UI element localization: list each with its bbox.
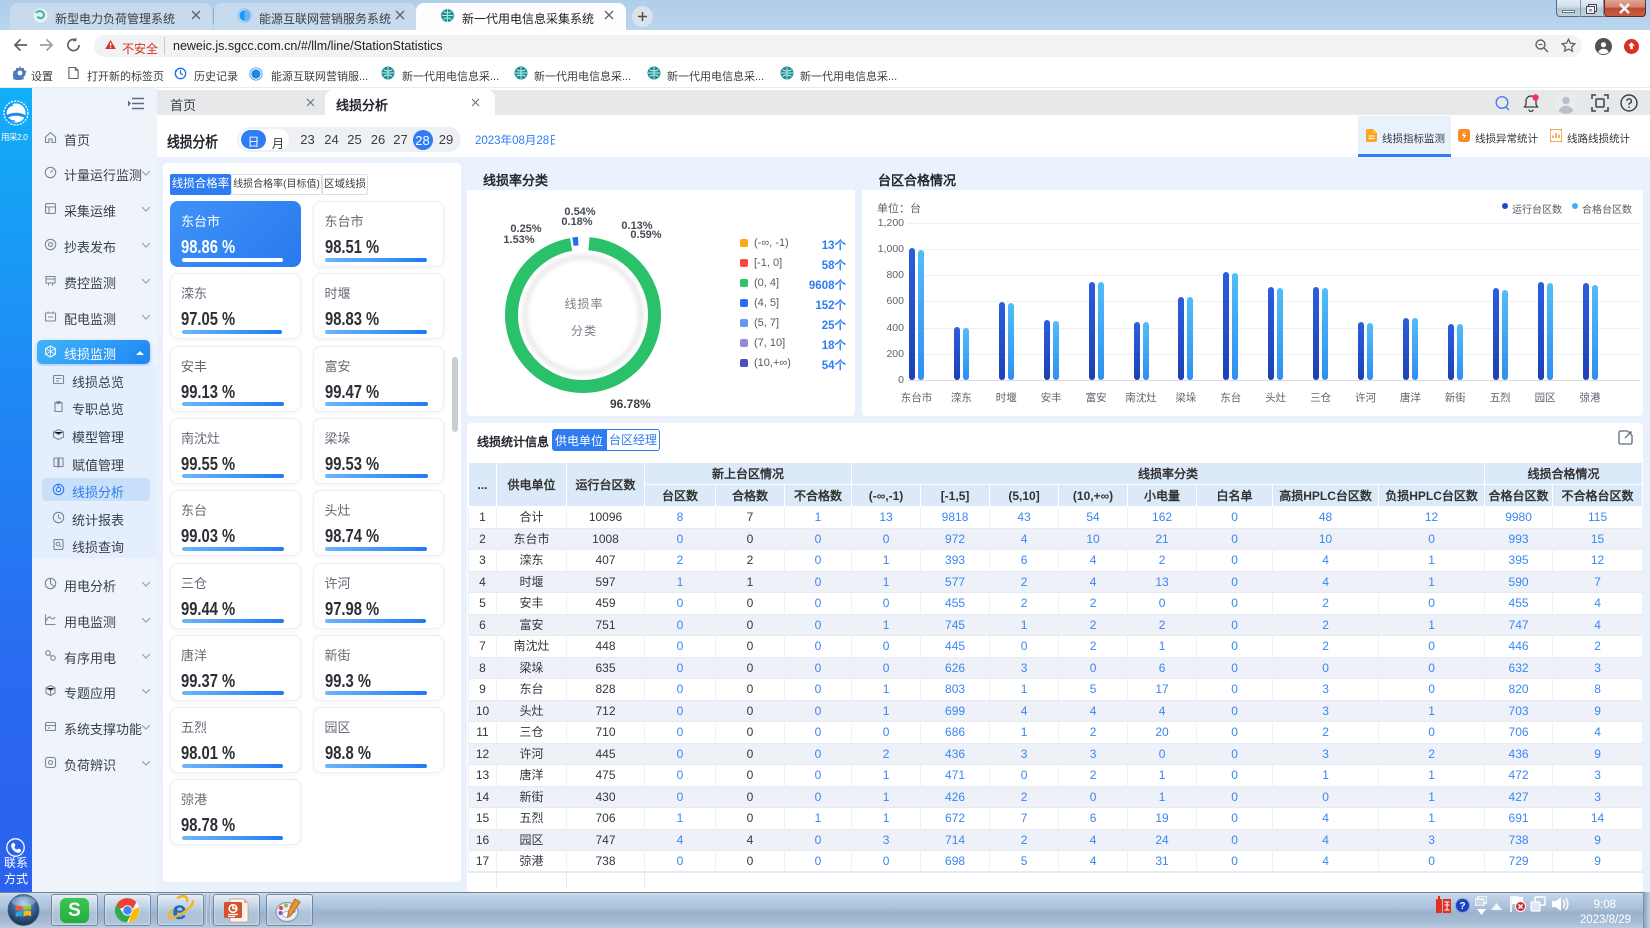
svg-text:?: ?	[1459, 901, 1465, 912]
svg-text:e: e	[172, 895, 186, 925]
